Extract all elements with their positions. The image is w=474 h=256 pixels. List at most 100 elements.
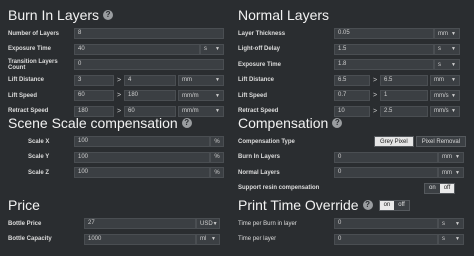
lift-distance-end-input[interactable]: 4 (124, 74, 176, 86)
arrow-right-icon: > (116, 76, 122, 84)
comp-normal-label: Normal Layers (238, 169, 280, 176)
price-section: Price Bottle Price 27 USD ▼ Bottle Capaci… (8, 196, 234, 248)
support-resin-toggle[interactable]: on off (424, 182, 456, 194)
exposure-time-unit-select[interactable]: s ▼ (200, 43, 224, 55)
help-icon[interactable]: ? (181, 118, 192, 128)
burn-in-section: Burn In Layers? Number of Layers 8 Expos… (8, 6, 234, 120)
scale-y-row: Scale Y 100 % (8, 151, 234, 164)
pixel-removal-button[interactable]: Pixel Removal (415, 136, 467, 147)
help-icon[interactable]: ? (332, 118, 343, 128)
override-title: Print Time Override (238, 197, 359, 213)
lift-speed-row: Lift Speed 60 > 180 mm/m ▼ (8, 89, 234, 102)
lift-speed-start-input[interactable]: 60 (74, 90, 114, 101)
normal-lift-distance-start-input[interactable]: 6.5 (334, 74, 370, 86)
arrow-right-icon: > (372, 92, 378, 99)
number-of-layers-label: Number of Layers (8, 30, 60, 37)
scale-z-input[interactable]: 100 (74, 167, 210, 178)
time-per-layer-label: Time per layer (238, 236, 277, 242)
time-per-burn-unit-select[interactable]: s ▼ (438, 218, 464, 229)
normal-lift-speed-row: Lift Speed 0.7 > 1 mm/s ▼ (238, 89, 470, 102)
normal-exposure-time-label: Exposure Time (238, 61, 281, 68)
lift-distance-row: Lift Distance 3 > 4 mm ▼ (8, 74, 234, 87)
normal-lift-distance-unit-select[interactable]: mm ▼ (430, 74, 460, 86)
chevron-down-icon: ▼ (451, 46, 456, 52)
time-per-burn-row: Time per Burn in layer 0 s ▼ (238, 217, 470, 230)
scale-z-label: Scale Z (28, 169, 50, 176)
bottle-capacity-label: Bottle Capacity (8, 236, 52, 242)
lift-distance-unit-select[interactable]: mm ▼ (178, 74, 224, 86)
comp-burn-in-unit-select[interactable]: mm ▼ (438, 151, 464, 163)
normal-lift-distance-end-input[interactable]: 6.5 (380, 74, 428, 86)
lift-speed-end-input[interactable]: 180 (124, 90, 176, 101)
normal-exposure-time-unit-select[interactable]: s ▼ (434, 59, 460, 70)
scale-y-unit: % (210, 151, 224, 163)
scale-x-row: Scale X 100 % (8, 135, 234, 148)
toggle-off[interactable]: off (439, 183, 455, 193)
normal-lift-speed-end-input[interactable]: 1 (380, 90, 428, 101)
transition-layers-input[interactable]: 0 (74, 59, 224, 70)
lift-speed-unit-select[interactable]: mm/m ▼ (178, 90, 224, 101)
normal-exposure-time-row: Exposure Time 1.8 s ▼ (238, 58, 470, 71)
layer-thickness-unit-select[interactable]: mm ▼ (434, 28, 460, 39)
comp-normal-row: Normal Layers 0 mm ▼ (238, 166, 470, 179)
compensation-title: Compensation (238, 115, 329, 131)
number-of-layers-row: Number of Layers 8 (8, 27, 234, 40)
number-of-layers-input[interactable]: 8 (74, 28, 224, 39)
bottle-capacity-row: Bottle Capacity 1000 ml ▼ (8, 233, 234, 246)
time-per-layer-row: Time per layer 0 s ▼ (238, 233, 470, 246)
time-per-burn-input[interactable]: 0 (334, 218, 438, 229)
help-icon[interactable]: ? (103, 10, 114, 20)
comp-normal-input[interactable]: 0 (334, 167, 438, 178)
override-toggle[interactable]: on off (378, 199, 410, 211)
capacity-unit-select[interactable]: ml ▼ (196, 233, 220, 245)
burn-in-title: Burn In Layers (8, 7, 100, 23)
grey-pixel-button[interactable]: Grey Pixel (374, 136, 414, 147)
override-toggle-off[interactable]: off (394, 200, 409, 210)
compensation-type-label: Compensation Type (238, 138, 295, 145)
bottle-price-row: Bottle Price 27 USD ▼ (8, 217, 234, 230)
chevron-down-icon: ▼ (455, 236, 460, 242)
lift-distance-label: Lift Distance (8, 77, 45, 83)
layer-thickness-input[interactable]: 0.05 (334, 28, 434, 39)
chevron-down-icon: ▼ (211, 236, 216, 242)
normal-lift-distance-label: Lift Distance (238, 77, 275, 83)
override-toggle-on[interactable]: on (379, 200, 395, 210)
exposure-time-input[interactable]: 40 (74, 43, 200, 55)
chevron-down-icon: ▼ (215, 46, 220, 52)
comp-normal-unit-select[interactable]: mm ▼ (438, 167, 464, 178)
currency-select[interactable]: USD ▼ (196, 218, 220, 229)
arrow-right-icon: > (372, 76, 378, 84)
scale-z-unit: % (210, 167, 224, 178)
compensation-type-group: Grey Pixel Pixel Removal (374, 136, 467, 147)
comp-burn-in-input[interactable]: 0 (334, 151, 438, 163)
normal-lift-speed-start-input[interactable]: 0.7 (334, 90, 370, 101)
scale-x-input[interactable]: 100 (74, 136, 210, 147)
toggle-on[interactable]: on (425, 183, 440, 193)
override-section: Print Time Override ? on off Time per Bu… (238, 196, 470, 248)
chevron-down-icon: ▼ (451, 92, 456, 99)
compensation-section: Compensation? Compensation Type Grey Pix… (238, 114, 470, 197)
normal-lift-speed-unit-select[interactable]: mm/s ▼ (430, 90, 460, 101)
light-off-delay-input[interactable]: 1.5 (334, 43, 434, 55)
help-icon[interactable]: ? (362, 200, 373, 210)
bottle-capacity-input[interactable]: 1000 (84, 233, 196, 245)
chevron-down-icon: ▼ (215, 77, 220, 83)
scale-x-unit: % (210, 136, 224, 147)
scale-y-label: Scale Y (28, 154, 50, 160)
price-title: Price (8, 197, 40, 213)
chevron-down-icon: ▼ (451, 77, 456, 83)
scale-y-input[interactable]: 100 (74, 151, 210, 163)
light-off-delay-label: Light-off Delay (238, 46, 280, 52)
comp-burn-in-row: Burn In Layers 0 mm ▼ (238, 151, 470, 164)
light-off-delay-row: Light-off Delay 1.5 s ▼ (238, 43, 470, 56)
chevron-down-icon: ▼ (455, 220, 460, 227)
normal-exposure-time-input[interactable]: 1.8 (334, 59, 434, 70)
transition-layers-row: Transition Layers Count 0 (8, 58, 234, 71)
time-per-layer-unit-select[interactable]: s ▼ (438, 233, 464, 245)
lift-distance-start-input[interactable]: 3 (74, 74, 114, 86)
time-per-burn-label: Time per Burn in layer (238, 220, 297, 227)
light-off-delay-unit-select[interactable]: s ▼ (434, 43, 460, 55)
chevron-down-icon: ▼ (451, 61, 456, 68)
time-per-layer-input[interactable]: 0 (334, 233, 438, 245)
bottle-price-input[interactable]: 27 (84, 218, 196, 229)
